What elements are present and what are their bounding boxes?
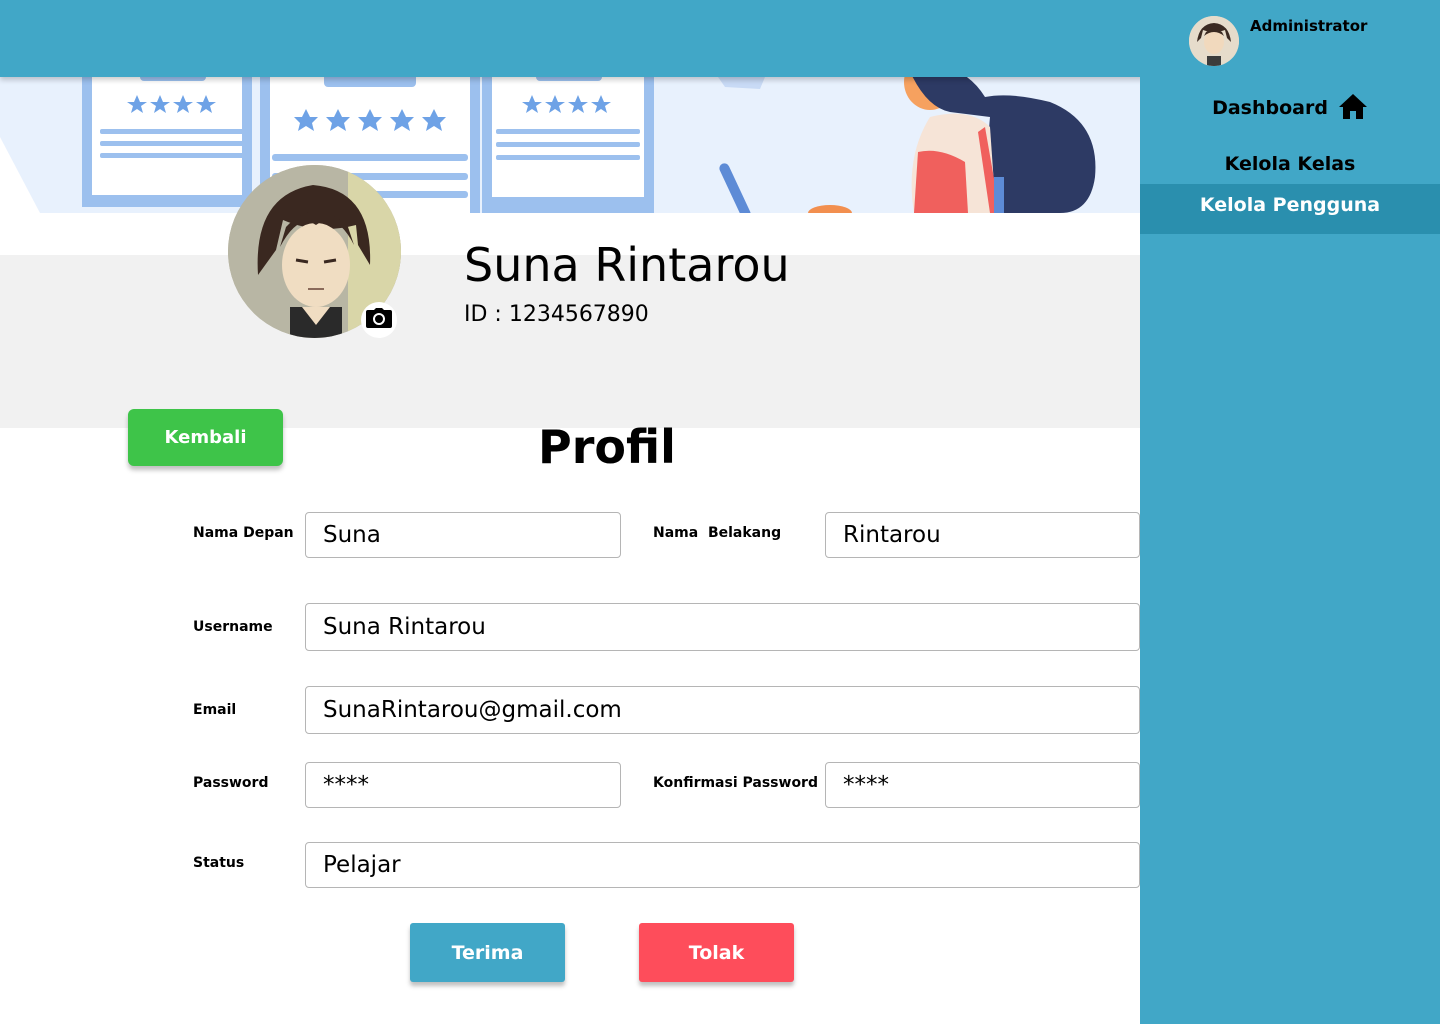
- email-label: Email: [193, 702, 237, 718]
- profile-id: ID : 1234567890: [464, 302, 649, 327]
- status-label: Status: [193, 855, 245, 871]
- page-title: Profil: [538, 420, 676, 474]
- sidebar-item-label: Dashboard: [1212, 97, 1328, 119]
- username-input[interactable]: [305, 603, 1140, 651]
- status-input[interactable]: [305, 842, 1140, 888]
- email-input[interactable]: [305, 686, 1140, 734]
- home-icon: [1338, 92, 1368, 124]
- confirm-password-input[interactable]: [825, 762, 1140, 808]
- profile-name: Suna Rintarou: [464, 238, 790, 292]
- sidebar-item-kelola-pengguna[interactable]: Kelola Pengguna: [1140, 184, 1440, 234]
- sidebar: Administrator Dashboard Kelola Kelas Kel…: [1140, 0, 1440, 1024]
- first-name-input[interactable]: [305, 512, 621, 558]
- sidebar-item-kelola-kelas[interactable]: Kelola Kelas: [1140, 148, 1440, 180]
- header-banner-illustration: [0, 77, 1140, 213]
- back-button[interactable]: Kembali: [128, 409, 283, 466]
- last-name-input[interactable]: [825, 512, 1140, 558]
- admin-name: Administrator: [1250, 17, 1368, 35]
- first-name-label: Nama Depan: [193, 525, 294, 541]
- confirm-password-label: Konfirmasi Password: [653, 775, 818, 791]
- change-photo-button[interactable]: [361, 302, 397, 338]
- username-label: Username: [193, 619, 273, 635]
- sidebar-item-dashboard[interactable]: Dashboard: [1140, 90, 1440, 126]
- last-name-label: Nama Belakang: [653, 525, 782, 541]
- admin-avatar[interactable]: [1189, 16, 1239, 66]
- password-label: Password: [193, 775, 269, 791]
- accept-button[interactable]: Terima: [410, 923, 565, 982]
- password-input[interactable]: [305, 762, 621, 808]
- camera-icon: [366, 308, 392, 332]
- reject-button[interactable]: Tolak: [639, 923, 794, 982]
